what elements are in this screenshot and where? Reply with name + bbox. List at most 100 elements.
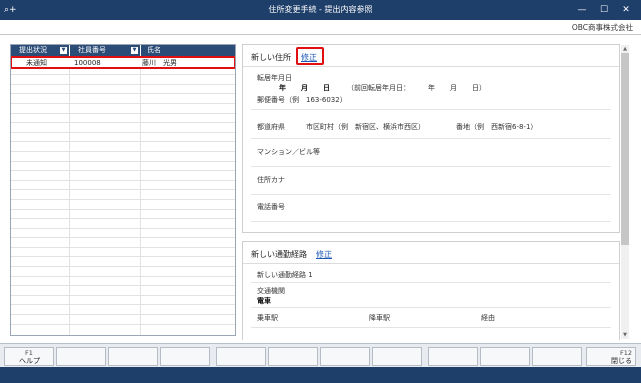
street-label: 番地（例 西新宿6-8-1）	[456, 123, 538, 131]
via-label: 経由	[481, 314, 495, 322]
f5-button[interactable]	[216, 347, 266, 366]
table-row[interactable]	[11, 171, 235, 181]
selected-table-row[interactable]: 未通知 100008 藤川 光男	[11, 56, 235, 69]
divider	[251, 221, 611, 222]
close-button[interactable]: ✕	[615, 2, 637, 18]
new-commute-route-card: 新しい通勤経路 修正 新しい通勤経路 1 交通機関 電車 乗車駅 降車駅 経由	[242, 241, 620, 340]
table-row[interactable]	[11, 123, 235, 133]
table-row[interactable]	[11, 229, 235, 239]
vertical-scrollbar[interactable]: ▲ ▼	[621, 45, 629, 339]
window-title: 住所変更手続 - 提出内容参照	[268, 5, 373, 14]
maximize-button[interactable]: ☐	[593, 2, 615, 18]
table-row[interactable]	[11, 114, 235, 124]
employee-list-table: 提出状況 ▼ 社員番号 ▼ 氏名 未通知 100008 藤川 光男	[10, 44, 236, 336]
previous-move-date-year: 年	[428, 84, 435, 92]
route-name: 新しい通勤経路 1	[257, 271, 313, 279]
transport-value: 電車	[257, 297, 271, 305]
transport-label: 交通機関	[257, 287, 285, 295]
table-row[interactable]	[11, 267, 235, 277]
company-bar: OBC商事株式会社	[0, 20, 641, 34]
function-key-bar: F1 ヘルプ F12 閉じる	[0, 343, 641, 367]
table-row[interactable]	[11, 238, 235, 248]
status-filter-dropdown-icon[interactable]: ▼	[60, 47, 67, 54]
table-row[interactable]	[11, 162, 235, 172]
f9-button[interactable]	[428, 347, 478, 366]
f12-close-button[interactable]: F12 閉じる	[586, 347, 636, 366]
divider	[251, 307, 611, 308]
divider	[251, 194, 611, 195]
f7-button[interactable]	[320, 347, 370, 366]
main-content: 提出状況 ▼ 社員番号 ▼ 氏名 未通知 100008 藤川 光男 新しい住所 …	[0, 34, 641, 343]
scroll-thumb[interactable]	[621, 53, 629, 245]
divider	[251, 166, 611, 167]
divider	[251, 282, 611, 283]
table-row[interactable]	[11, 277, 235, 287]
table-row[interactable]	[11, 85, 235, 95]
divider	[251, 327, 611, 328]
postal-code-label: 郵便番号（例 163-6032）	[257, 96, 347, 104]
table-row[interactable]	[11, 94, 235, 104]
f6-button[interactable]	[268, 347, 318, 366]
f10-button[interactable]	[480, 347, 530, 366]
phone-number-label: 電話番号	[257, 203, 285, 211]
address-kana-label: 住所カナ	[257, 176, 285, 184]
divider	[251, 138, 611, 139]
table-header: 提出状況 ▼ 社員番号 ▼ 氏名	[11, 45, 235, 56]
scroll-up-icon[interactable]: ▲	[621, 45, 629, 53]
table-row[interactable]	[11, 248, 235, 258]
city-label: 市区町村（例 新宿区、横浜市西区）	[306, 123, 425, 131]
column-header-employee-no[interactable]: 社員番号 ▼	[70, 45, 141, 56]
previous-move-date-day: 日）	[472, 84, 486, 92]
detail-panel: 新しい住所 修正 転居年月日 年 月 日 （前回転居年月日： 年 月 日） 郵便…	[242, 44, 633, 340]
company-name: OBC商事株式会社	[571, 23, 633, 32]
prefecture-label: 都道府県	[257, 123, 285, 131]
previous-move-date-month: 月	[450, 84, 457, 92]
table-row[interactable]	[11, 190, 235, 200]
f11-button[interactable]	[532, 347, 582, 366]
table-row[interactable]	[11, 210, 235, 220]
f3-button[interactable]	[108, 347, 158, 366]
f8-button[interactable]	[372, 347, 422, 366]
title-bar: ⌕+ 住所変更手続 - 提出内容参照 — ☐ ✕	[0, 0, 641, 20]
employee-no-sort-dropdown-icon[interactable]: ▼	[131, 47, 138, 54]
f1-help-button[interactable]: F1 ヘルプ	[4, 347, 54, 366]
table-row[interactable]	[11, 219, 235, 229]
table-body	[11, 56, 235, 325]
move-date-day-unit: 日	[323, 84, 330, 92]
table-row[interactable]	[11, 305, 235, 316]
name-cell: 藤川 光男	[142, 59, 177, 67]
previous-move-date-label: （前回転居年月日：	[347, 84, 410, 92]
table-row[interactable]	[11, 104, 235, 114]
new-address-card: 新しい住所 修正 転居年月日 年 月 日 （前回転居年月日： 年 月 日） 郵便…	[242, 44, 620, 233]
table-row[interactable]	[11, 286, 235, 296]
move-date-month-unit: 月	[301, 84, 308, 92]
table-row[interactable]	[11, 133, 235, 143]
move-date-year-unit: 年	[279, 84, 286, 92]
building-label: マンション／ビル等	[257, 148, 320, 156]
column-header-status[interactable]: 提出状況 ▼	[11, 45, 70, 56]
move-date-label: 転居年月日	[257, 74, 292, 82]
table-row[interactable]	[11, 142, 235, 152]
table-row[interactable]	[11, 181, 235, 191]
edit-route-link[interactable]: 修正	[316, 249, 332, 260]
edit-highlight-box	[296, 47, 324, 65]
table-row[interactable]	[11, 315, 235, 325]
divider	[251, 109, 611, 110]
scroll-down-icon[interactable]: ▼	[621, 331, 629, 339]
boarding-station-label: 乗車駅	[257, 314, 278, 322]
card-header: 新しい通勤経路 修正	[243, 242, 619, 264]
table-row[interactable]	[11, 296, 235, 306]
table-row[interactable]	[11, 200, 235, 210]
employee-no-cell: 100008	[74, 59, 101, 67]
f2-button[interactable]	[56, 347, 106, 366]
table-row[interactable]	[11, 75, 235, 85]
status-bar	[0, 367, 641, 383]
card-title: 新しい通勤経路	[251, 250, 307, 259]
table-row[interactable]	[11, 152, 235, 162]
minimize-button[interactable]: —	[571, 2, 593, 18]
status-cell: 未通知	[26, 59, 47, 67]
f4-button[interactable]	[160, 347, 210, 366]
column-header-name[interactable]: 氏名	[141, 45, 235, 56]
table-row[interactable]	[11, 257, 235, 268]
card-header: 新しい住所 修正	[243, 45, 619, 67]
